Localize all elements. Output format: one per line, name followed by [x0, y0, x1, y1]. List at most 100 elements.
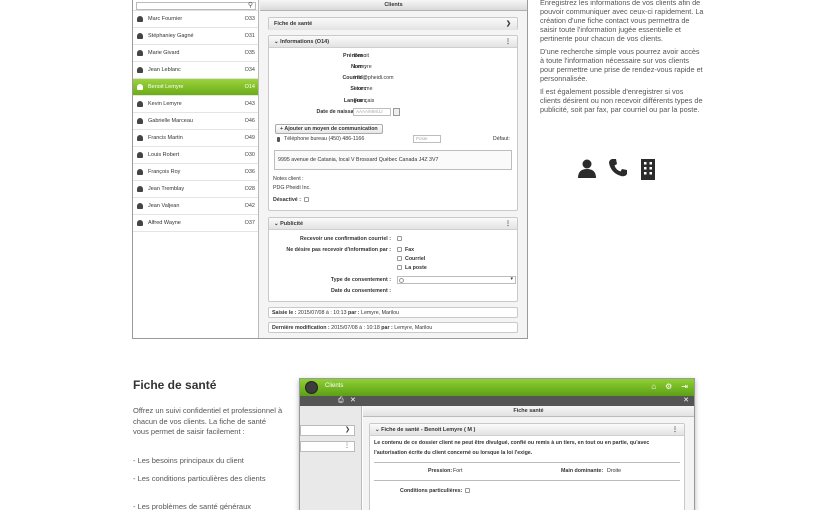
main-dominante-value[interactable]: Droite	[607, 468, 621, 474]
client-row[interactable]: Gabrielle Marceau O46	[133, 113, 258, 130]
app-title: Clients	[325, 383, 344, 389]
collapse-icon[interactable]: ⌄	[274, 221, 279, 227]
client-code: O30	[244, 152, 255, 158]
search-icon[interactable]: ⚲	[248, 1, 253, 9]
client-code: O14	[244, 84, 255, 90]
prenom-value[interactable]: Benoit	[354, 53, 369, 59]
client-row[interactable]: François Roy O36	[133, 164, 258, 181]
pression-label: Pression:	[428, 468, 453, 474]
confirm-checkbox[interactable]	[397, 236, 402, 241]
langue-value[interactable]: Français	[354, 98, 374, 104]
poste-checkbox[interactable]	[397, 265, 402, 270]
client-name: Kevin Lemyre	[148, 101, 182, 107]
gear-icon[interactable]: ⚙	[665, 382, 672, 391]
courriel-value[interactable]: info@pheidi.com	[354, 75, 394, 81]
client-code: O34	[244, 67, 255, 73]
client-code: O42	[244, 203, 255, 209]
client-row[interactable]: Jean Tremblay O28	[133, 181, 258, 198]
collapse-icon[interactable]: ⌄	[375, 427, 380, 433]
divider	[374, 462, 680, 463]
client-row[interactable]: Alfred Wayne O37	[133, 215, 258, 232]
client-row[interactable]: Jean Leblanc O34	[133, 62, 258, 79]
toolbar: ⎙ ✕ ✕	[300, 396, 694, 406]
add-communication-button[interactable]: + Ajouter un moyen de communication	[275, 124, 383, 134]
client-code: O31	[244, 33, 255, 39]
client-row[interactable]: Marc Fournier O33	[133, 11, 258, 28]
client-row[interactable]: Jean Valjean O42	[133, 198, 258, 215]
client-row[interactable]: Kevin Lemyre O43	[133, 96, 258, 113]
courriel-checkbox[interactable]	[397, 256, 402, 261]
expand-button[interactable]: ❯	[300, 425, 355, 436]
address-box[interactable]: 9995 avenue de Catania, local V Brossard…	[274, 150, 512, 170]
person-icon	[137, 67, 143, 73]
date-consent-label: Date du consentement :	[330, 288, 391, 294]
fiche-sante-panel[interactable]: Fiche de santé ❯	[268, 17, 518, 30]
birthdate-placeholder: AAAA/MM/JJ	[356, 109, 383, 114]
informations-header[interactable]: ⌄ Informations (O14) ⋮	[269, 36, 517, 48]
client-row[interactable]: Marie Givard O35	[133, 45, 258, 62]
fiche-header[interactable]: ⌄ Fiche de santé - Benoit Lemyre ( M ) ⋮	[370, 424, 684, 436]
person-icon	[137, 203, 143, 209]
description-p1: Enregistrez les informations de vos clie…	[540, 0, 704, 43]
client-detail-pane: Clients Fiche de santé ❯ ⌄ Informations …	[260, 0, 527, 338]
logout-icon[interactable]: ⇥	[681, 382, 688, 391]
client-name: Stéphaniey Gagné	[148, 33, 194, 39]
calendar-icon[interactable]	[393, 108, 400, 116]
birthdate-field[interactable]: AAAA/MM/JJ	[353, 108, 391, 116]
section-item-2: - Les conditions particulières des clien…	[133, 474, 266, 483]
client-name: Jean Tremblay	[148, 186, 185, 192]
chevron-right-icon[interactable]: ❯	[506, 18, 511, 30]
pression-value[interactable]: Fort	[453, 468, 462, 474]
notes-value[interactable]: PDG Pheidi Inc.	[273, 185, 311, 191]
poste-field[interactable]: Poste	[413, 135, 441, 143]
client-code: O36	[244, 169, 255, 175]
phone-value[interactable]: Téléphone bureau (450) 486-1166	[284, 136, 364, 142]
client-row[interactable]: Benoit Lemyre O14	[133, 79, 258, 96]
type-consent-label: Type de consentement :	[330, 277, 391, 283]
main-dominante-label: Main dominante:	[561, 468, 604, 474]
saisie-par-label: par :	[348, 310, 360, 316]
conditions-checkbox[interactable]	[465, 488, 470, 493]
person-icon	[137, 84, 143, 90]
close-icon[interactable]: ✕	[683, 396, 689, 406]
desactive-checkbox[interactable]	[304, 197, 309, 202]
client-name: Louis Robert	[148, 152, 180, 158]
print-icon[interactable]: ⎙	[338, 396, 344, 406]
client-row[interactable]: Louis Robert O30	[133, 147, 258, 164]
client-code: O46	[244, 118, 255, 124]
left-pane: ❯ ⋮	[300, 406, 362, 510]
kebab-icon[interactable]: ⋮	[505, 36, 511, 48]
collapse-icon[interactable]: ⌄	[274, 39, 279, 45]
person-icon	[137, 135, 143, 141]
nom-value[interactable]: Lemyre	[354, 64, 372, 70]
section-item-1: - Les besoins principaux du client	[133, 456, 244, 465]
sexe-value[interactable]: Homme	[354, 86, 373, 92]
client-code: O49	[244, 135, 255, 141]
consent-type-select[interactable]: ▾	[397, 276, 516, 284]
home-icon[interactable]: ⌂	[651, 382, 656, 391]
person-icon	[137, 220, 143, 226]
informations-title: Informations (O14)	[280, 39, 330, 45]
person-icon	[578, 159, 596, 178]
kebab-icon[interactable]: ⋮	[505, 218, 511, 230]
person-icon	[137, 50, 143, 56]
kebab-icon[interactable]: ⋮	[672, 424, 678, 436]
publicite-header[interactable]: ⌄ Publicité ⋮	[269, 218, 517, 230]
building-icon	[641, 159, 655, 180]
fiche-panel: ⌄ Fiche de santé - Benoit Lemyre ( M ) ⋮…	[369, 423, 685, 510]
person-icon	[137, 118, 143, 124]
address-value: 9995 avenue de Catania, local V Brossard…	[278, 157, 439, 163]
menu-button[interactable]: ⋮	[300, 441, 355, 452]
confidentiality-text: Le contenu de ce dossier client ne peut …	[374, 440, 650, 456]
search-input[interactable]	[136, 2, 256, 10]
page-title: Clients	[260, 0, 527, 11]
close-icon[interactable]: ✕	[350, 396, 356, 406]
client-row[interactable]: Francis Martin O49	[133, 130, 258, 147]
client-code: O35	[244, 50, 255, 56]
fiche-title: Fiche santé	[513, 408, 544, 414]
client-row[interactable]: Stéphaniey Gagné O31	[133, 28, 258, 45]
description-p2: D'une recherche simple vous pourrez avoi…	[540, 47, 703, 83]
section-title: Fiche de santé	[133, 378, 217, 392]
publicite-title: Publicité	[280, 221, 304, 227]
fax-checkbox[interactable]	[397, 247, 402, 252]
